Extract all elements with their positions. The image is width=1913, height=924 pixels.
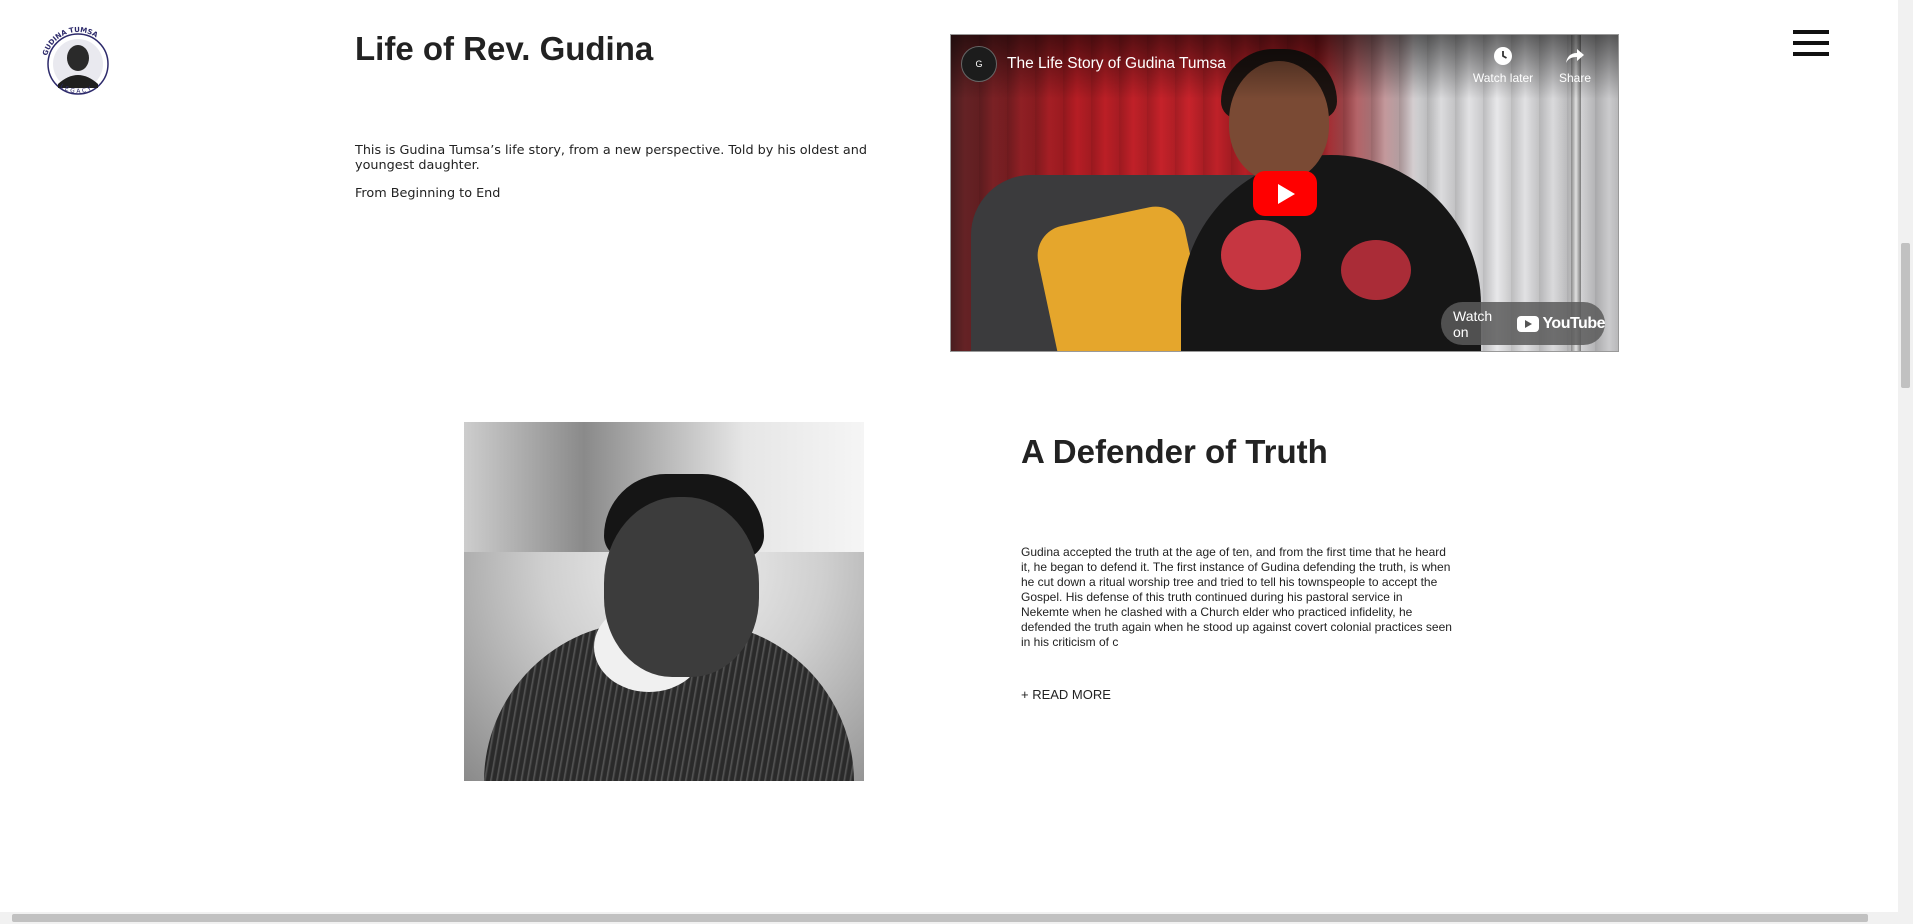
watch-later-label: Watch later — [1472, 71, 1534, 85]
gudina-portrait-image — [464, 422, 864, 781]
share-label: Share — [1558, 71, 1592, 85]
life-section-title: Life of Rev. Gudina — [355, 30, 654, 67]
watch-later-button[interactable]: Watch later — [1468, 45, 1538, 85]
horizontal-scrollbar[interactable] — [0, 912, 1913, 924]
read-more-link[interactable]: + READ MORE — [1021, 687, 1111, 702]
truth-section-title: A Defender of Truth — [1021, 433, 1328, 470]
life-section-description: This is Gudina Tumsa’s life story, from … — [355, 143, 868, 173]
watch-on-label: Watch on — [1453, 307, 1493, 340]
vertical-scrollbar-thumb[interactable] — [1901, 243, 1910, 388]
clock-icon — [1494, 47, 1512, 65]
site-logo[interactable]: GUDINA TUMSA LEGACY — [38, 22, 118, 104]
share-icon — [1566, 49, 1584, 63]
play-button[interactable] — [1253, 171, 1317, 216]
hamburger-menu-icon[interactable] — [1793, 28, 1831, 58]
life-section-subtitle: From Beginning to End — [355, 186, 501, 201]
vertical-scrollbar[interactable] — [1898, 0, 1913, 924]
youtube-video-embed[interactable]: G The Life Story of Gudina Tumsa Watch l… — [950, 34, 1619, 352]
youtube-logo-icon: YouTube — [1517, 315, 1605, 333]
horizontal-scrollbar-thumb[interactable] — [12, 914, 1868, 922]
truth-section-body: Gudina accepted the truth at the age of … — [1021, 545, 1452, 649]
video-title[interactable]: The Life Story of Gudina Tumsa — [1007, 55, 1226, 73]
channel-avatar-icon[interactable]: G — [961, 46, 997, 82]
watch-on-youtube-button[interactable]: Watch on YouTube — [1441, 302, 1605, 345]
share-button[interactable]: Share — [1540, 45, 1610, 85]
youtube-logo-text: YouTube — [1542, 314, 1605, 332]
